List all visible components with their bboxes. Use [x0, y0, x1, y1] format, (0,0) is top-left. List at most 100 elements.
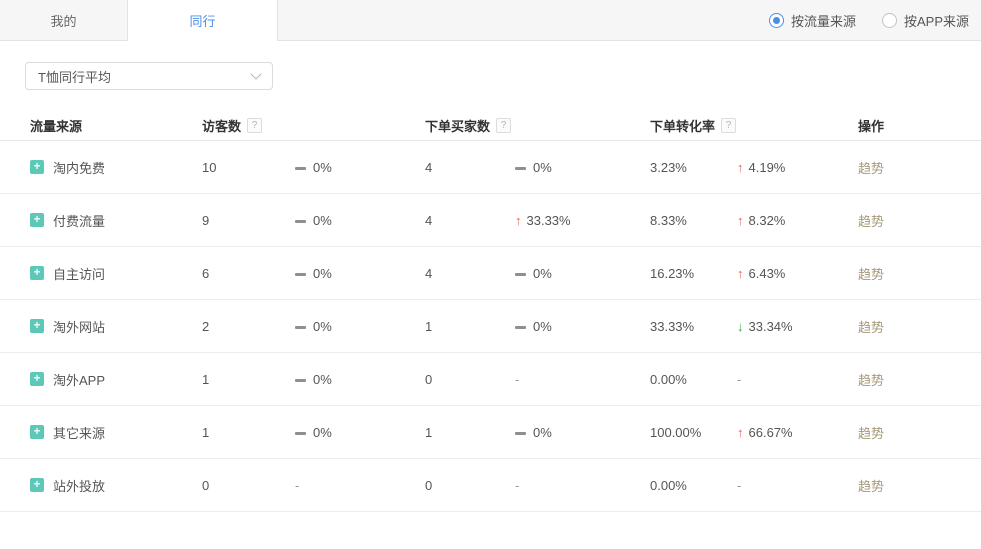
arrow-down-icon: ↓ [737, 319, 744, 334]
flat-change-icon [295, 220, 306, 223]
trend-link[interactable]: 趋势 [858, 479, 884, 494]
expand-plus-icon[interactable]: + [30, 425, 44, 439]
help-icon[interactable]: ? [496, 118, 511, 133]
radio-by-traffic-source[interactable]: 按流量来源 [769, 11, 856, 30]
source-name: 淘外网站 [53, 317, 105, 336]
source-name: 付费流量 [53, 211, 105, 230]
buyers-value: 1 [425, 319, 515, 334]
flat-change-icon [295, 432, 306, 435]
header-traffic-source: 流量来源 [30, 116, 202, 135]
expand-plus-icon[interactable]: + [30, 213, 44, 227]
visitors-change: 0% [295, 213, 425, 228]
source-cell: + 其它来源 [30, 423, 202, 442]
action-cell: 趋势 [858, 317, 961, 336]
visitors-change: 0% [295, 319, 425, 334]
conversion-change: ↓33.34% [737, 319, 858, 334]
visitors-change: 0% [295, 425, 425, 440]
table-row: + 淘外网站 2 0% 1 0% 33.33% ↓33.34% 趋势 [0, 300, 981, 353]
buyers-value: 4 [425, 160, 515, 175]
arrow-up-icon: ↑ [737, 266, 744, 281]
action-cell: 趋势 [858, 158, 961, 177]
arrow-up-icon: ↑ [737, 160, 744, 175]
conversion-change: - [737, 478, 858, 493]
radio-by-traffic-source-label: 按流量来源 [791, 11, 856, 30]
tab-peers[interactable]: 同行 [128, 0, 278, 41]
header-order-buyers: 下单买家数 ? [425, 116, 650, 135]
source-name: 站外投放 [53, 476, 105, 495]
radio-selected-icon [769, 13, 784, 28]
peer-average-dropdown-value: T恤同行平均 [38, 67, 111, 86]
radio-by-app-source[interactable]: 按APP来源 [882, 11, 969, 30]
expand-plus-icon[interactable]: + [30, 372, 44, 386]
visitors-value: 2 [202, 319, 295, 334]
table-row: + 站外投放 0 - 0 - 0.00% - 趋势 [0, 459, 981, 512]
buyers-change: 0% [515, 266, 650, 281]
tab-bar: 我的 同行 按流量来源 按APP来源 [0, 0, 981, 41]
header-order-conversion-rate: 下单转化率 ? [650, 116, 858, 135]
buyers-change: 0% [515, 319, 650, 334]
buyers-value: 4 [425, 213, 515, 228]
buyers-value: 1 [425, 425, 515, 440]
conversion-change: ↑66.67% [737, 425, 858, 440]
radio-by-app-source-label: 按APP来源 [904, 11, 969, 30]
table-row: + 淘内免费 10 0% 4 0% 3.23% ↑4.19% 趋势 [0, 141, 981, 194]
trend-link[interactable]: 趋势 [858, 214, 884, 229]
source-name: 淘内免费 [53, 158, 105, 177]
trend-link[interactable]: 趋势 [858, 373, 884, 388]
expand-plus-icon[interactable]: + [30, 160, 44, 174]
table-body: + 淘内免费 10 0% 4 0% 3.23% ↑4.19% 趋势 + 付费流量… [0, 141, 981, 512]
source-cell: + 付费流量 [30, 211, 202, 230]
action-cell: 趋势 [858, 423, 961, 442]
flat-change-icon [515, 273, 526, 276]
peer-average-dropdown[interactable]: T恤同行平均 [25, 62, 273, 90]
flat-change-icon [295, 379, 306, 382]
conversion-value: 0.00% [650, 372, 737, 387]
conversion-value: 100.00% [650, 425, 737, 440]
action-cell: 趋势 [858, 370, 961, 389]
conversion-value: 8.33% [650, 213, 737, 228]
tab-mine[interactable]: 我的 [0, 0, 128, 40]
table-row: + 自主访问 6 0% 4 0% 16.23% ↑6.43% 趋势 [0, 247, 981, 300]
visitors-change: 0% [295, 160, 425, 175]
visitors-value: 6 [202, 266, 295, 281]
source-cell: + 淘内免费 [30, 158, 202, 177]
expand-plus-icon[interactable]: + [30, 478, 44, 492]
visitors-value: 10 [202, 160, 295, 175]
radio-group: 按流量来源 按APP来源 [769, 0, 969, 40]
trend-link[interactable]: 趋势 [858, 320, 884, 335]
header-visitors: 访客数 ? [202, 116, 425, 135]
tab-peers-label: 同行 [189, 11, 215, 30]
source-name: 其它来源 [53, 423, 105, 442]
help-icon[interactable]: ? [721, 118, 736, 133]
buyers-change: - [515, 478, 650, 493]
conversion-change: ↑6.43% [737, 266, 858, 281]
expand-plus-icon[interactable]: + [30, 319, 44, 333]
buyers-value: 0 [425, 478, 515, 493]
source-cell: + 自主访问 [30, 264, 202, 283]
buyers-change: 0% [515, 160, 650, 175]
conversion-change: ↑4.19% [737, 160, 858, 175]
conversion-value: 3.23% [650, 160, 737, 175]
buyers-change: ↑33.33% [515, 213, 650, 228]
flat-change-icon [515, 326, 526, 329]
header-actions: 操作 [858, 116, 961, 135]
source-cell: + 淘外APP [30, 370, 202, 389]
visitors-value: 1 [202, 425, 295, 440]
help-icon[interactable]: ? [247, 118, 262, 133]
trend-link[interactable]: 趋势 [858, 161, 884, 176]
flat-change-icon [295, 326, 306, 329]
flat-change-icon [295, 167, 306, 170]
conversion-value: 33.33% [650, 319, 737, 334]
expand-plus-icon[interactable]: + [30, 266, 44, 280]
table-row: + 淘外APP 1 0% 0 - 0.00% - 趋势 [0, 353, 981, 406]
source-cell: + 淘外网站 [30, 317, 202, 336]
traffic-source-table: 流量来源 访客数 ? 下单买家数 ? 下单转化率 ? 操作 + 淘内免费 10 … [0, 110, 981, 512]
conversion-value: 0.00% [650, 478, 737, 493]
source-name: 自主访问 [53, 264, 105, 283]
buyers-value: 4 [425, 266, 515, 281]
source-cell: + 站外投放 [30, 476, 202, 495]
trend-link[interactable]: 趋势 [858, 267, 884, 282]
action-cell: 趋势 [858, 264, 961, 283]
flat-change-icon [515, 167, 526, 170]
trend-link[interactable]: 趋势 [858, 426, 884, 441]
